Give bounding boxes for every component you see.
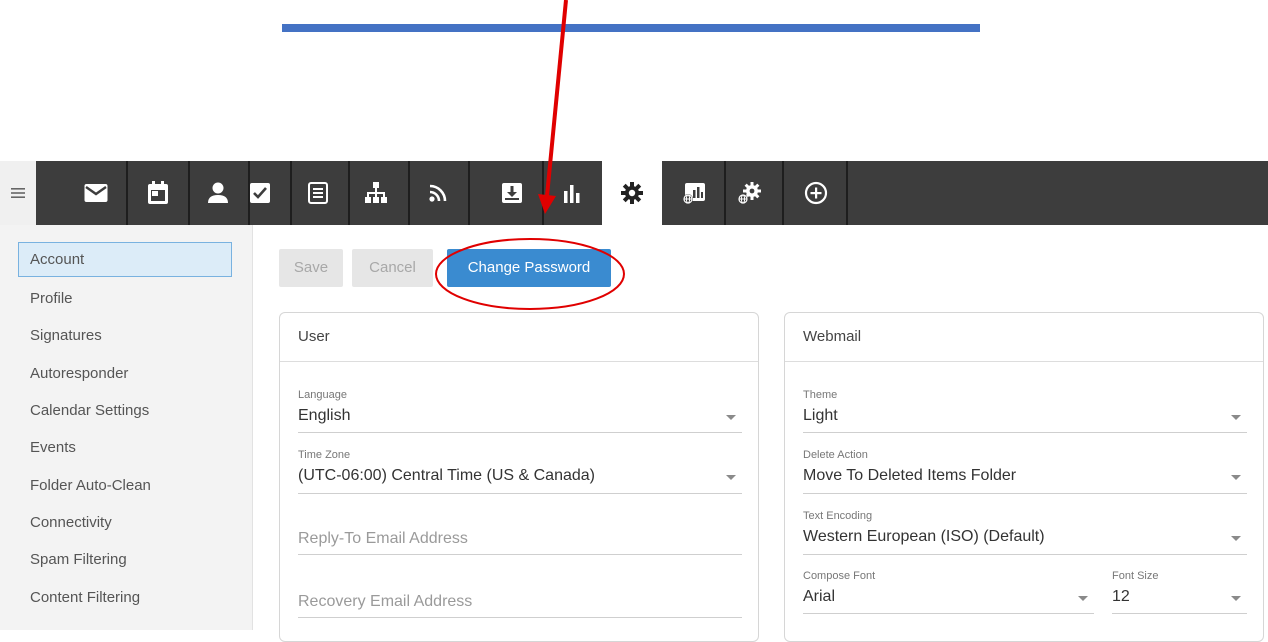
sidebar-item-spam-filtering[interactable]: Spam Filtering xyxy=(18,542,232,577)
chevron-down-icon xyxy=(1231,475,1241,480)
nav-notes[interactable] xyxy=(288,161,348,225)
chevron-down-icon xyxy=(726,415,736,420)
nav-domain-reports[interactable] xyxy=(664,161,724,225)
theme-value: Light xyxy=(803,407,838,424)
language-label: Language xyxy=(298,389,347,401)
sidebar-item-autoresponder[interactable]: Autoresponder xyxy=(18,356,232,391)
mail-icon xyxy=(84,184,108,202)
compose-font-select[interactable]: Compose Font Arial xyxy=(803,570,1094,614)
add-circle-icon xyxy=(804,181,828,205)
theme-label: Theme xyxy=(803,389,838,401)
nav-import[interactable] xyxy=(482,161,542,225)
delete-action-label: Delete Action xyxy=(803,449,868,461)
font-size-select[interactable]: Font Size 12 xyxy=(1112,570,1247,614)
webmail-card-title: Webmail xyxy=(785,313,1263,362)
language-value: English xyxy=(298,407,351,424)
text-encoding-value: Western European (ISO) (Default) xyxy=(803,528,1045,545)
settings-gear-icon xyxy=(621,182,643,204)
nav-news-feeds[interactable] xyxy=(408,161,468,225)
sidebar-item-calendar-settings[interactable]: Calendar Settings xyxy=(18,393,232,428)
nav-file-storage[interactable] xyxy=(346,161,406,225)
chevron-down-icon xyxy=(1231,415,1241,420)
nav-divider xyxy=(468,161,470,225)
font-size-value: 12 xyxy=(1112,588,1130,605)
calendar-icon xyxy=(148,181,168,204)
time-zone-select[interactable]: Time Zone (UTC-06:00) Central Time (US &… xyxy=(298,449,742,494)
annotation-blue-bar xyxy=(282,24,980,32)
save-button[interactable]: Save xyxy=(279,249,343,287)
top-nav-bar xyxy=(0,161,1268,225)
time-zone-label: Time Zone xyxy=(298,449,351,461)
settings-sidebar: Account Profile Signatures Autoresponder… xyxy=(0,225,253,630)
domain-settings-icon xyxy=(738,182,761,204)
sidebar-item-signatures[interactable]: Signatures xyxy=(18,318,232,353)
chevron-down-icon xyxy=(1231,536,1241,541)
nav-add[interactable] xyxy=(786,161,846,225)
rss-icon xyxy=(429,184,447,202)
nav-domain-settings[interactable] xyxy=(720,161,780,225)
cancel-button[interactable]: Cancel xyxy=(352,249,433,287)
reply-to-email-input[interactable]: Reply-To Email Address xyxy=(298,515,742,555)
reports-icon xyxy=(564,185,580,203)
sidebar-item-connectivity[interactable]: Connectivity xyxy=(18,505,232,540)
nav-tasks[interactable] xyxy=(230,161,290,225)
change-password-button[interactable]: Change Password xyxy=(447,249,611,287)
theme-select[interactable]: Theme Light xyxy=(803,389,1247,433)
delete-action-select[interactable]: Delete Action Move To Deleted Items Fold… xyxy=(803,449,1247,494)
hamburger-icon xyxy=(11,188,25,198)
sidebar-item-events[interactable]: Events xyxy=(18,430,232,465)
domain-reports-icon xyxy=(683,183,705,204)
language-select[interactable]: Language English xyxy=(298,389,742,433)
sidebar-item-profile[interactable]: Profile xyxy=(18,281,232,316)
nav-divider xyxy=(782,161,784,225)
recovery-email-input[interactable]: Recovery Email Address xyxy=(298,578,742,618)
chevron-down-icon xyxy=(1078,596,1088,601)
nav-divider xyxy=(846,161,848,225)
user-card-title: User xyxy=(280,313,758,362)
file-tree-icon xyxy=(365,182,387,203)
chevron-down-icon xyxy=(726,475,736,480)
sidebar-item-content-filtering[interactable]: Content Filtering xyxy=(18,580,232,615)
text-encoding-label: Text Encoding xyxy=(803,510,873,522)
delete-action-value: Move To Deleted Items Folder xyxy=(803,467,1017,484)
reply-to-email-placeholder: Reply-To Email Address xyxy=(298,530,468,547)
inbox-download-icon xyxy=(502,183,522,203)
tasks-icon xyxy=(250,183,270,203)
notes-icon xyxy=(308,182,328,204)
chevron-down-icon xyxy=(1231,596,1241,601)
menu-button[interactable] xyxy=(0,161,36,225)
nav-calendar[interactable] xyxy=(128,161,188,225)
time-zone-value: (UTC-06:00) Central Time (US & Canada) xyxy=(298,467,595,484)
recovery-email-placeholder: Recovery Email Address xyxy=(298,593,473,610)
compose-font-value: Arial xyxy=(803,588,836,605)
font-size-label: Font Size xyxy=(1112,570,1159,582)
compose-font-label: Compose Font xyxy=(803,570,876,582)
nav-settings[interactable] xyxy=(602,161,662,225)
sidebar-item-folder-auto-clean[interactable]: Folder Auto-Clean xyxy=(18,468,232,503)
nav-mail[interactable] xyxy=(66,161,126,225)
nav-reports[interactable] xyxy=(542,161,602,225)
text-encoding-select[interactable]: Text Encoding Western European (ISO) (De… xyxy=(803,510,1247,555)
contacts-icon xyxy=(208,182,228,203)
sidebar-item-account[interactable]: Account xyxy=(18,242,232,277)
